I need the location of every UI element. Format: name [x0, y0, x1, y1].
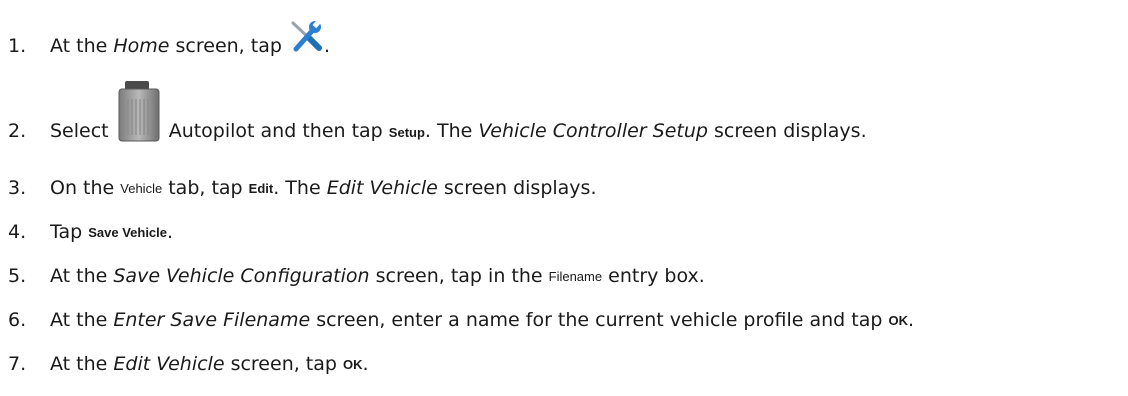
step-5: 5. At the Save Vehicle Configuration scr…	[0, 256, 705, 296]
step-7: 7. At the Edit Vehicle screen, tap OK .	[0, 344, 369, 384]
screen-name: Save Vehicle Configuration	[113, 265, 370, 287]
step-text: At the	[50, 265, 114, 287]
step-number: 5.	[8, 265, 27, 287]
step-number: 7.	[8, 353, 27, 375]
step-4: 4. Tap Save Vehicle .	[0, 212, 173, 252]
step-text: Tap	[50, 221, 89, 243]
step-text: . The	[273, 177, 327, 199]
step-text: Select	[50, 120, 115, 142]
step-number: 3.	[8, 177, 27, 199]
autopilot-controller-icon	[115, 79, 163, 148]
screen-name: Edit Vehicle	[326, 177, 438, 199]
wrench-screwdriver-icon	[288, 19, 324, 58]
step-text: . The	[424, 120, 479, 142]
step-1: 1. At the Home screen, tap .	[0, 19, 331, 66]
step-6: 6. At the Enter Save Filename screen, en…	[0, 300, 914, 340]
ui-button-label: OK	[343, 356, 363, 372]
step-text: .	[167, 221, 174, 243]
screen-name: Home	[113, 35, 170, 57]
ui-button-label: Setup	[388, 125, 425, 140]
ui-button-label: OK	[888, 312, 908, 328]
step-text: screen displays.	[437, 177, 597, 199]
step-text: screen, tap	[169, 35, 288, 57]
step-text: At the	[50, 353, 114, 375]
ui-button-label: Save Vehicle	[88, 224, 167, 240]
step-text: At the	[50, 309, 114, 331]
step-text: screen, enter a name for the current veh…	[310, 309, 889, 331]
step-number: 4.	[8, 221, 27, 243]
step-text: Autopilot and then tap	[162, 120, 389, 142]
screen-name: Vehicle Controller Setup	[478, 120, 708, 142]
ui-button-label: Edit	[248, 180, 274, 196]
step-2: 2. Select Autopilot and then tap Setup .…	[0, 81, 867, 152]
ui-field-label: Filename	[548, 268, 603, 284]
step-text: .	[323, 35, 331, 57]
step-text: entry box.	[602, 265, 705, 287]
ui-tab-label: Vehicle	[120, 180, 163, 196]
step-text: screen displays.	[707, 120, 867, 142]
step-text: .	[907, 309, 915, 331]
step-text: On the	[50, 177, 121, 199]
step-text: .	[362, 353, 369, 375]
step-number: 2.	[8, 120, 27, 142]
screen-name: Enter Save Filename	[113, 309, 311, 331]
screen-name: Edit Vehicle	[113, 353, 225, 375]
step-text: At the	[50, 35, 114, 57]
step-text: screen, tap	[224, 353, 344, 375]
step-number: 1.	[8, 35, 27, 57]
step-number: 6.	[8, 309, 27, 331]
step-text: tab, tap	[162, 177, 249, 199]
step-text: screen, tap in the	[369, 265, 549, 287]
step-3: 3. On the Vehicle tab, tap Edit . The Ed…	[0, 168, 597, 208]
